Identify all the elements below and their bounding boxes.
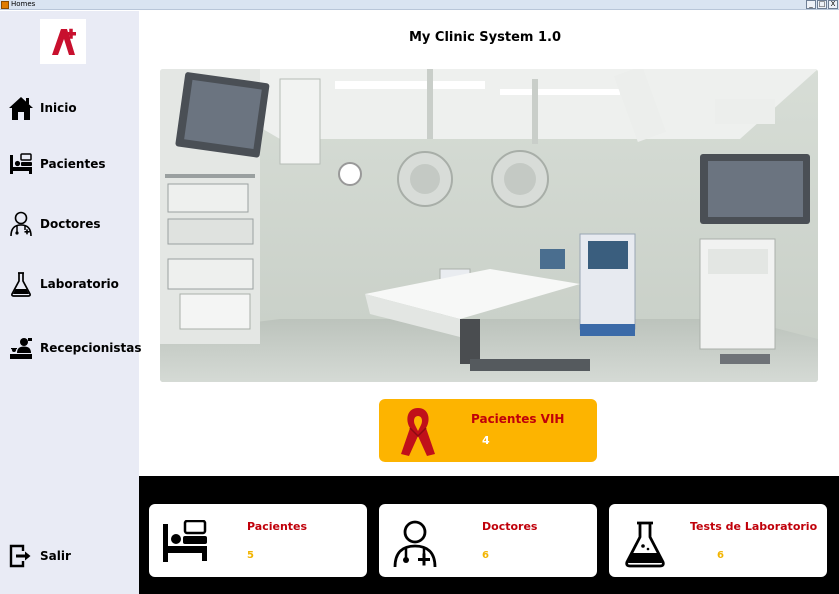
window-titlebar: Homes _ □ X: [0, 0, 839, 10]
sidebar-item-label: Laboratorio: [40, 277, 119, 291]
stat-card-doctores[interactable]: Doctores 6: [379, 504, 597, 577]
minimize-button[interactable]: _: [806, 0, 816, 9]
close-button[interactable]: X: [828, 0, 838, 9]
doctor-icon: [391, 520, 439, 568]
vih-patients-count: 4: [482, 434, 490, 447]
maximize-button[interactable]: □: [817, 0, 827, 9]
vih-patients-card[interactable]: Pacientes VIH 4: [379, 399, 597, 462]
stat-title: Tests de Laboratorio: [690, 520, 818, 533]
sidebar-item-laboratorio[interactable]: Laboratorio: [8, 269, 136, 299]
stat-title: Doctores: [482, 520, 538, 533]
sidebar-item-inicio[interactable]: Inicio: [8, 93, 136, 123]
sidebar-item-recepcionistas[interactable]: Recepcionistas: [8, 333, 141, 363]
page-title: My Clinic System 1.0: [408, 30, 562, 45]
app-window-icon: [1, 1, 9, 9]
logout-button[interactable]: Salir: [8, 541, 136, 571]
window-title: Homes: [11, 0, 36, 8]
hero-image-operating-room: [160, 69, 818, 382]
patient-bed-icon: [161, 519, 209, 568]
awareness-ribbon-icon: [397, 404, 439, 462]
doctor-icon: [8, 210, 34, 238]
app-logo: [40, 19, 86, 64]
sidebar-item-label: Inicio: [40, 101, 77, 115]
flask-icon: [8, 270, 34, 298]
stat-value: 5: [247, 550, 254, 561]
patient-bed-icon: [8, 150, 34, 178]
stat-card-pacientes[interactable]: Pacientes 5: [149, 504, 367, 577]
stat-value: 6: [482, 550, 489, 561]
logout-icon: [8, 542, 34, 570]
stat-title: Pacientes: [247, 520, 308, 533]
vih-patients-title: Pacientes VIH: [471, 412, 565, 426]
sidebar-item-label: Recepcionistas: [40, 341, 142, 355]
sidebar-item-label: Pacientes: [40, 157, 106, 171]
logout-label: Salir: [40, 549, 71, 563]
sidebar-item-doctores[interactable]: Doctores: [8, 209, 136, 239]
sidebar-item-label: Doctores: [40, 217, 101, 231]
home-icon: [8, 94, 34, 122]
stat-value: 6: [717, 550, 724, 561]
receptionist-icon: [8, 334, 34, 362]
stat-card-tests-laboratorio[interactable]: Tests de Laboratorio 6: [609, 504, 827, 577]
sidebar: Inicio Pacientes Doctores Laboratorio Re…: [0, 11, 141, 594]
sidebar-item-pacientes[interactable]: Pacientes: [8, 149, 136, 179]
flask-icon: [623, 520, 671, 568]
